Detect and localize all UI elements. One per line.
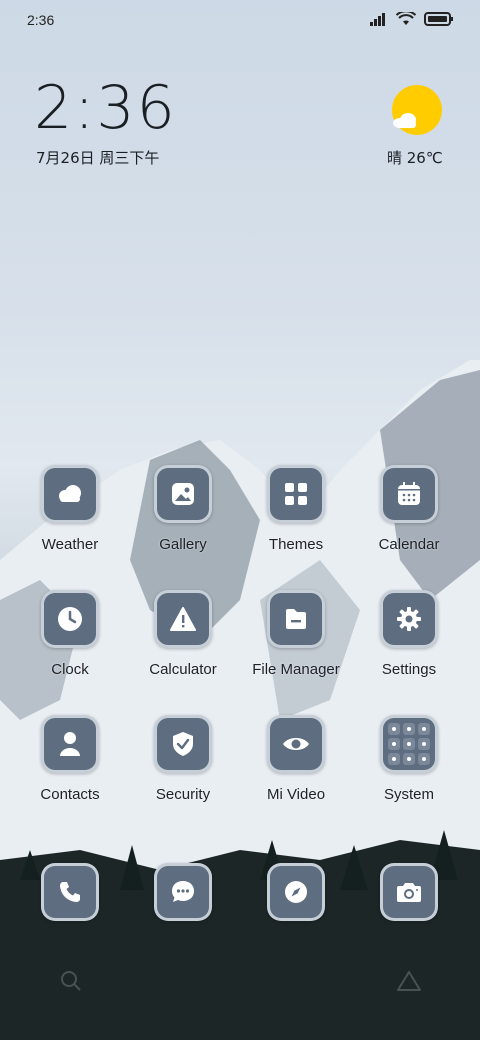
status-time: 2:36 — [27, 12, 55, 28]
app-label: Calculator — [149, 661, 217, 678]
app-weather[interactable]: Weather — [15, 465, 125, 553]
contacts-icon — [41, 715, 99, 773]
status-bar: 2:36 — [0, 0, 480, 40]
app-contacts[interactable]: Contacts — [15, 715, 125, 803]
app-label: Security — [155, 786, 211, 803]
calculator-icon — [154, 590, 212, 648]
battery-icon — [424, 12, 453, 26]
status-icons — [370, 12, 454, 26]
calendar-icon — [380, 465, 438, 523]
weather-icon — [41, 465, 99, 523]
app-label: File Manager — [252, 661, 340, 678]
clock-widget-date: 7月26日 周三下午 — [36, 149, 160, 167]
app-label: Calendar — [378, 536, 440, 553]
app-clock[interactable]: Clock — [15, 590, 125, 678]
sunny-cloud-icon[interactable] — [390, 85, 442, 137]
signal-icon — [370, 13, 385, 26]
app-label: Weather — [41, 536, 99, 553]
settings-icon — [380, 590, 438, 648]
app-label: Contacts — [40, 786, 100, 803]
messages-icon — [154, 863, 212, 921]
phone-icon — [41, 863, 99, 921]
app-themes[interactable]: Themes — [241, 465, 351, 553]
search-icon — [61, 971, 81, 991]
app-security[interactable]: Security — [128, 715, 238, 803]
browser-icon — [267, 863, 325, 921]
dock-browser[interactable] — [241, 863, 351, 921]
system-folder-icon — [380, 715, 438, 773]
camera-icon — [380, 863, 438, 921]
app-label: System — [383, 786, 434, 803]
app-gallery[interactable]: Gallery — [128, 465, 238, 553]
clock-widget-time[interactable]: 2:36 — [34, 78, 177, 138]
mi-video-icon — [267, 715, 325, 773]
app-label: Gallery — [159, 536, 207, 553]
gallery-icon — [154, 465, 212, 523]
app-label: Themes — [268, 536, 324, 553]
wifi-icon — [396, 12, 416, 25]
app-label: Mi Video — [266, 786, 326, 803]
dock-camera[interactable] — [354, 863, 464, 921]
themes-icon — [267, 465, 325, 523]
clock-icon — [41, 590, 99, 648]
app-label: Settings — [381, 661, 437, 678]
security-icon — [154, 715, 212, 773]
assistant-icon — [397, 971, 421, 991]
app-settings[interactable]: Settings — [354, 590, 464, 678]
app-system-folder[interactable]: System — [354, 715, 464, 803]
dock-phone[interactable] — [15, 863, 125, 921]
app-file-manager[interactable]: File Manager — [241, 590, 351, 678]
file-manager-icon — [267, 590, 325, 648]
app-calculator[interactable]: Calculator — [128, 590, 238, 678]
app-calendar[interactable]: Calendar — [354, 465, 464, 553]
app-mi-video[interactable]: Mi Video — [241, 715, 351, 803]
dock-messages[interactable] — [128, 863, 238, 921]
weather-text: 晴 26℃ — [387, 149, 443, 167]
app-label: Clock — [51, 661, 89, 678]
